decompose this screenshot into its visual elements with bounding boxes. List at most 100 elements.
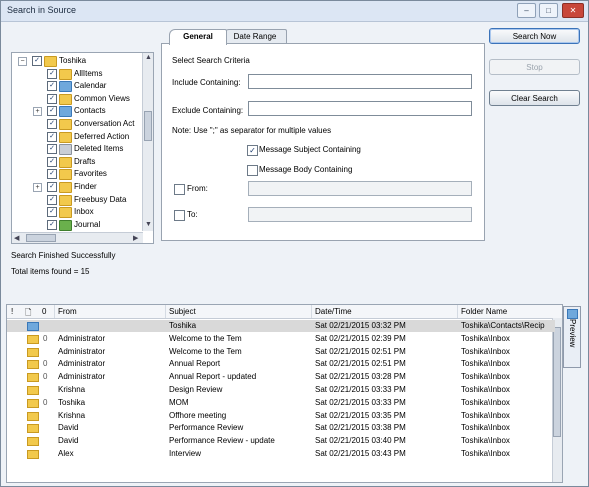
minimize-button[interactable]: –: [517, 3, 536, 18]
tree-checkbox[interactable]: ✓: [47, 156, 57, 167]
folder-tree[interactable]: ▲ ▼ ◀ ▶ − ✓ Toshika ✓ AllItems ✓ Calendar ✓ Comm…: [11, 52, 154, 244]
tree-item[interactable]: ✓ Favorites: [12, 168, 142, 181]
from-checkbox[interactable]: [174, 184, 185, 195]
tree-checkbox[interactable]: ✓: [47, 182, 57, 192]
tab-date-range[interactable]: Date Range: [223, 29, 287, 44]
scroll-up-arrow-icon[interactable]: ▲: [145, 54, 152, 61]
header-subject[interactable]: Subject: [169, 307, 196, 316]
table-row[interactable]: 0 Administrator Welcome to the Tem Sat 02/2…: [7, 333, 555, 345]
table-row[interactable]: Krishna Design Review Sat 02/21/2015 03:33…: [7, 384, 555, 396]
table-row[interactable]: David Performance Review Sat 02/21/2015 03…: [7, 422, 555, 434]
tree-item[interactable]: ✓ Journal: [12, 219, 142, 231]
from-input[interactable]: [248, 181, 472, 196]
tree-checkbox[interactable]: ✓: [47, 144, 57, 155]
tree-item[interactable]: ✓ Deferred Action: [12, 131, 142, 143]
tree-item-label: Finder: [74, 182, 97, 191]
tree-checkbox[interactable]: ✓: [47, 131, 57, 142]
clear-search-button[interactable]: Clear Search: [489, 90, 580, 106]
scroll-right-arrow-icon[interactable]: ▶: [133, 234, 138, 242]
tree-scroll-thumb[interactable]: [144, 111, 152, 141]
tree-checkbox[interactable]: ✓: [47, 106, 57, 117]
tree-checkbox[interactable]: ✓: [32, 56, 42, 66]
cell-date: Sat 02/21/2015 03:28 PM: [315, 372, 406, 382]
tree-checkbox[interactable]: ✓: [47, 219, 57, 230]
include-containing-input[interactable]: [248, 74, 472, 89]
tab-general[interactable]: General: [169, 29, 227, 45]
table-row[interactable]: Krishna Offhore meeting Sat 02/21/2015 03:…: [7, 410, 555, 422]
cell-folder: Toshika\Inbox: [461, 385, 510, 394]
stop-button[interactable]: Stop: [489, 59, 580, 75]
exclude-containing-input[interactable]: [248, 101, 472, 116]
cell-subject: Interview: [169, 449, 202, 458]
cell-subject: Performance Review: [169, 423, 244, 433]
attachment-icon: 0: [43, 372, 48, 382]
header-type-icon[interactable]: 🗋: [25, 307, 31, 321]
tree-hscroll-thumb[interactable]: [26, 234, 56, 242]
tree-checkbox[interactable]: ✓: [47, 68, 57, 79]
to-input[interactable]: [248, 207, 472, 222]
header-folder-name[interactable]: Folder Name: [461, 307, 507, 316]
envelope-icon: [27, 398, 39, 408]
cell-subject: Annual Report: [169, 359, 221, 369]
folder-icon: [59, 194, 72, 206]
tree-vertical-scrollbar[interactable]: ▲ ▼: [142, 53, 153, 231]
header-importance[interactable]: !: [11, 307, 13, 316]
cell-from: David: [58, 423, 79, 433]
tree-checkbox[interactable]: ✓: [47, 194, 57, 205]
table-row[interactable]: Alex Interview Sat 02/21/2015 03:43 PM Tosh…: [7, 448, 555, 460]
tree-checkbox[interactable]: ✓: [47, 93, 57, 104]
tree-item[interactable]: ✓ AllItems: [12, 68, 142, 80]
close-button[interactable]: ✕: [562, 3, 584, 18]
subject-checkbox[interactable]: ✓: [247, 145, 258, 156]
tree-item[interactable]: ✓ Conversation Act: [12, 118, 142, 130]
collapse-icon[interactable]: −: [18, 57, 27, 66]
table-row[interactable]: 0 Administrator Annual Report Sat 02/21/201…: [7, 358, 555, 370]
tree-checkbox[interactable]: ✓: [47, 207, 57, 218]
tree-item[interactable]: ✓ Freebusy Data: [12, 194, 142, 206]
tree-item-label: Contacts: [74, 106, 106, 116]
cell-date: Sat 02/21/2015 02:51 PM: [315, 346, 406, 356]
tree-item[interactable]: ✓ Common Views: [12, 93, 142, 105]
to-label: To:: [187, 210, 198, 219]
envelope-icon: [27, 450, 39, 459]
tree-checkbox[interactable]: ✓: [47, 81, 57, 92]
cell-subject: Welcome to the Tem: [169, 333, 242, 343]
tree-horizontal-scrollbar[interactable]: ◀ ▶: [12, 232, 143, 243]
table-row[interactable]: 0 Toshika MOM Sat 02/21/2015 03:33 PM Toshik…: [7, 397, 555, 409]
tree-checkbox[interactable]: ✓: [47, 169, 57, 180]
cell-subject: Performance Review - update: [169, 436, 275, 446]
tree-checkbox[interactable]: ✓: [47, 119, 57, 129]
body-checkbox[interactable]: [247, 165, 258, 176]
contact-icon: [27, 322, 39, 331]
cell-folder: Toshika\Inbox: [461, 359, 510, 369]
maximize-button[interactable]: □: [539, 3, 558, 18]
folder-icon: [59, 219, 72, 231]
envelope-icon: [27, 437, 39, 447]
cell-date: Sat 02/21/2015 03:40 PM: [315, 436, 406, 446]
expand-icon[interactable]: +: [33, 183, 42, 192]
scroll-left-arrow-icon[interactable]: ◀: [14, 234, 19, 242]
envelope-icon: [27, 386, 39, 395]
tree-item[interactable]: ✓ Drafts: [12, 156, 142, 168]
cell-from: Administrator: [58, 372, 106, 382]
table-row[interactable]: Toshika Sat 02/21/2015 03:32 PM Toshika\Co…: [7, 320, 555, 332]
expand-icon[interactable]: +: [33, 107, 42, 117]
search-now-button[interactable]: Search Now: [489, 28, 580, 44]
table-row[interactable]: Administrator Welcome to the Tem Sat 02/21…: [7, 346, 555, 358]
to-checkbox[interactable]: [174, 210, 185, 221]
header-date-time[interactable]: Date/Time: [315, 307, 352, 316]
tree-item[interactable]: ✓ Calendar: [12, 80, 142, 93]
tree-item[interactable]: − ✓ Toshika: [12, 55, 142, 67]
envelope-icon: [27, 424, 39, 434]
tree-item[interactable]: ✓ Inbox: [12, 206, 142, 219]
header-from[interactable]: From: [58, 307, 77, 316]
header-attachment-icon[interactable]: 0: [42, 307, 46, 316]
table-row[interactable]: 0 Administrator Annual Report - updated Sat…: [7, 371, 555, 383]
table-row[interactable]: David Performance Review - update Sat 02/2…: [7, 435, 555, 447]
tree-item[interactable]: ✓ Deleted Items: [12, 143, 142, 156]
preview-tab[interactable]: Preview: [563, 306, 581, 368]
status-message: Search Finished Successfully: [11, 251, 116, 260]
tree-item[interactable]: + ✓ Finder: [12, 181, 142, 193]
tree-item[interactable]: + ✓ Contacts: [12, 105, 142, 118]
scroll-down-arrow-icon[interactable]: ▼: [145, 221, 152, 228]
